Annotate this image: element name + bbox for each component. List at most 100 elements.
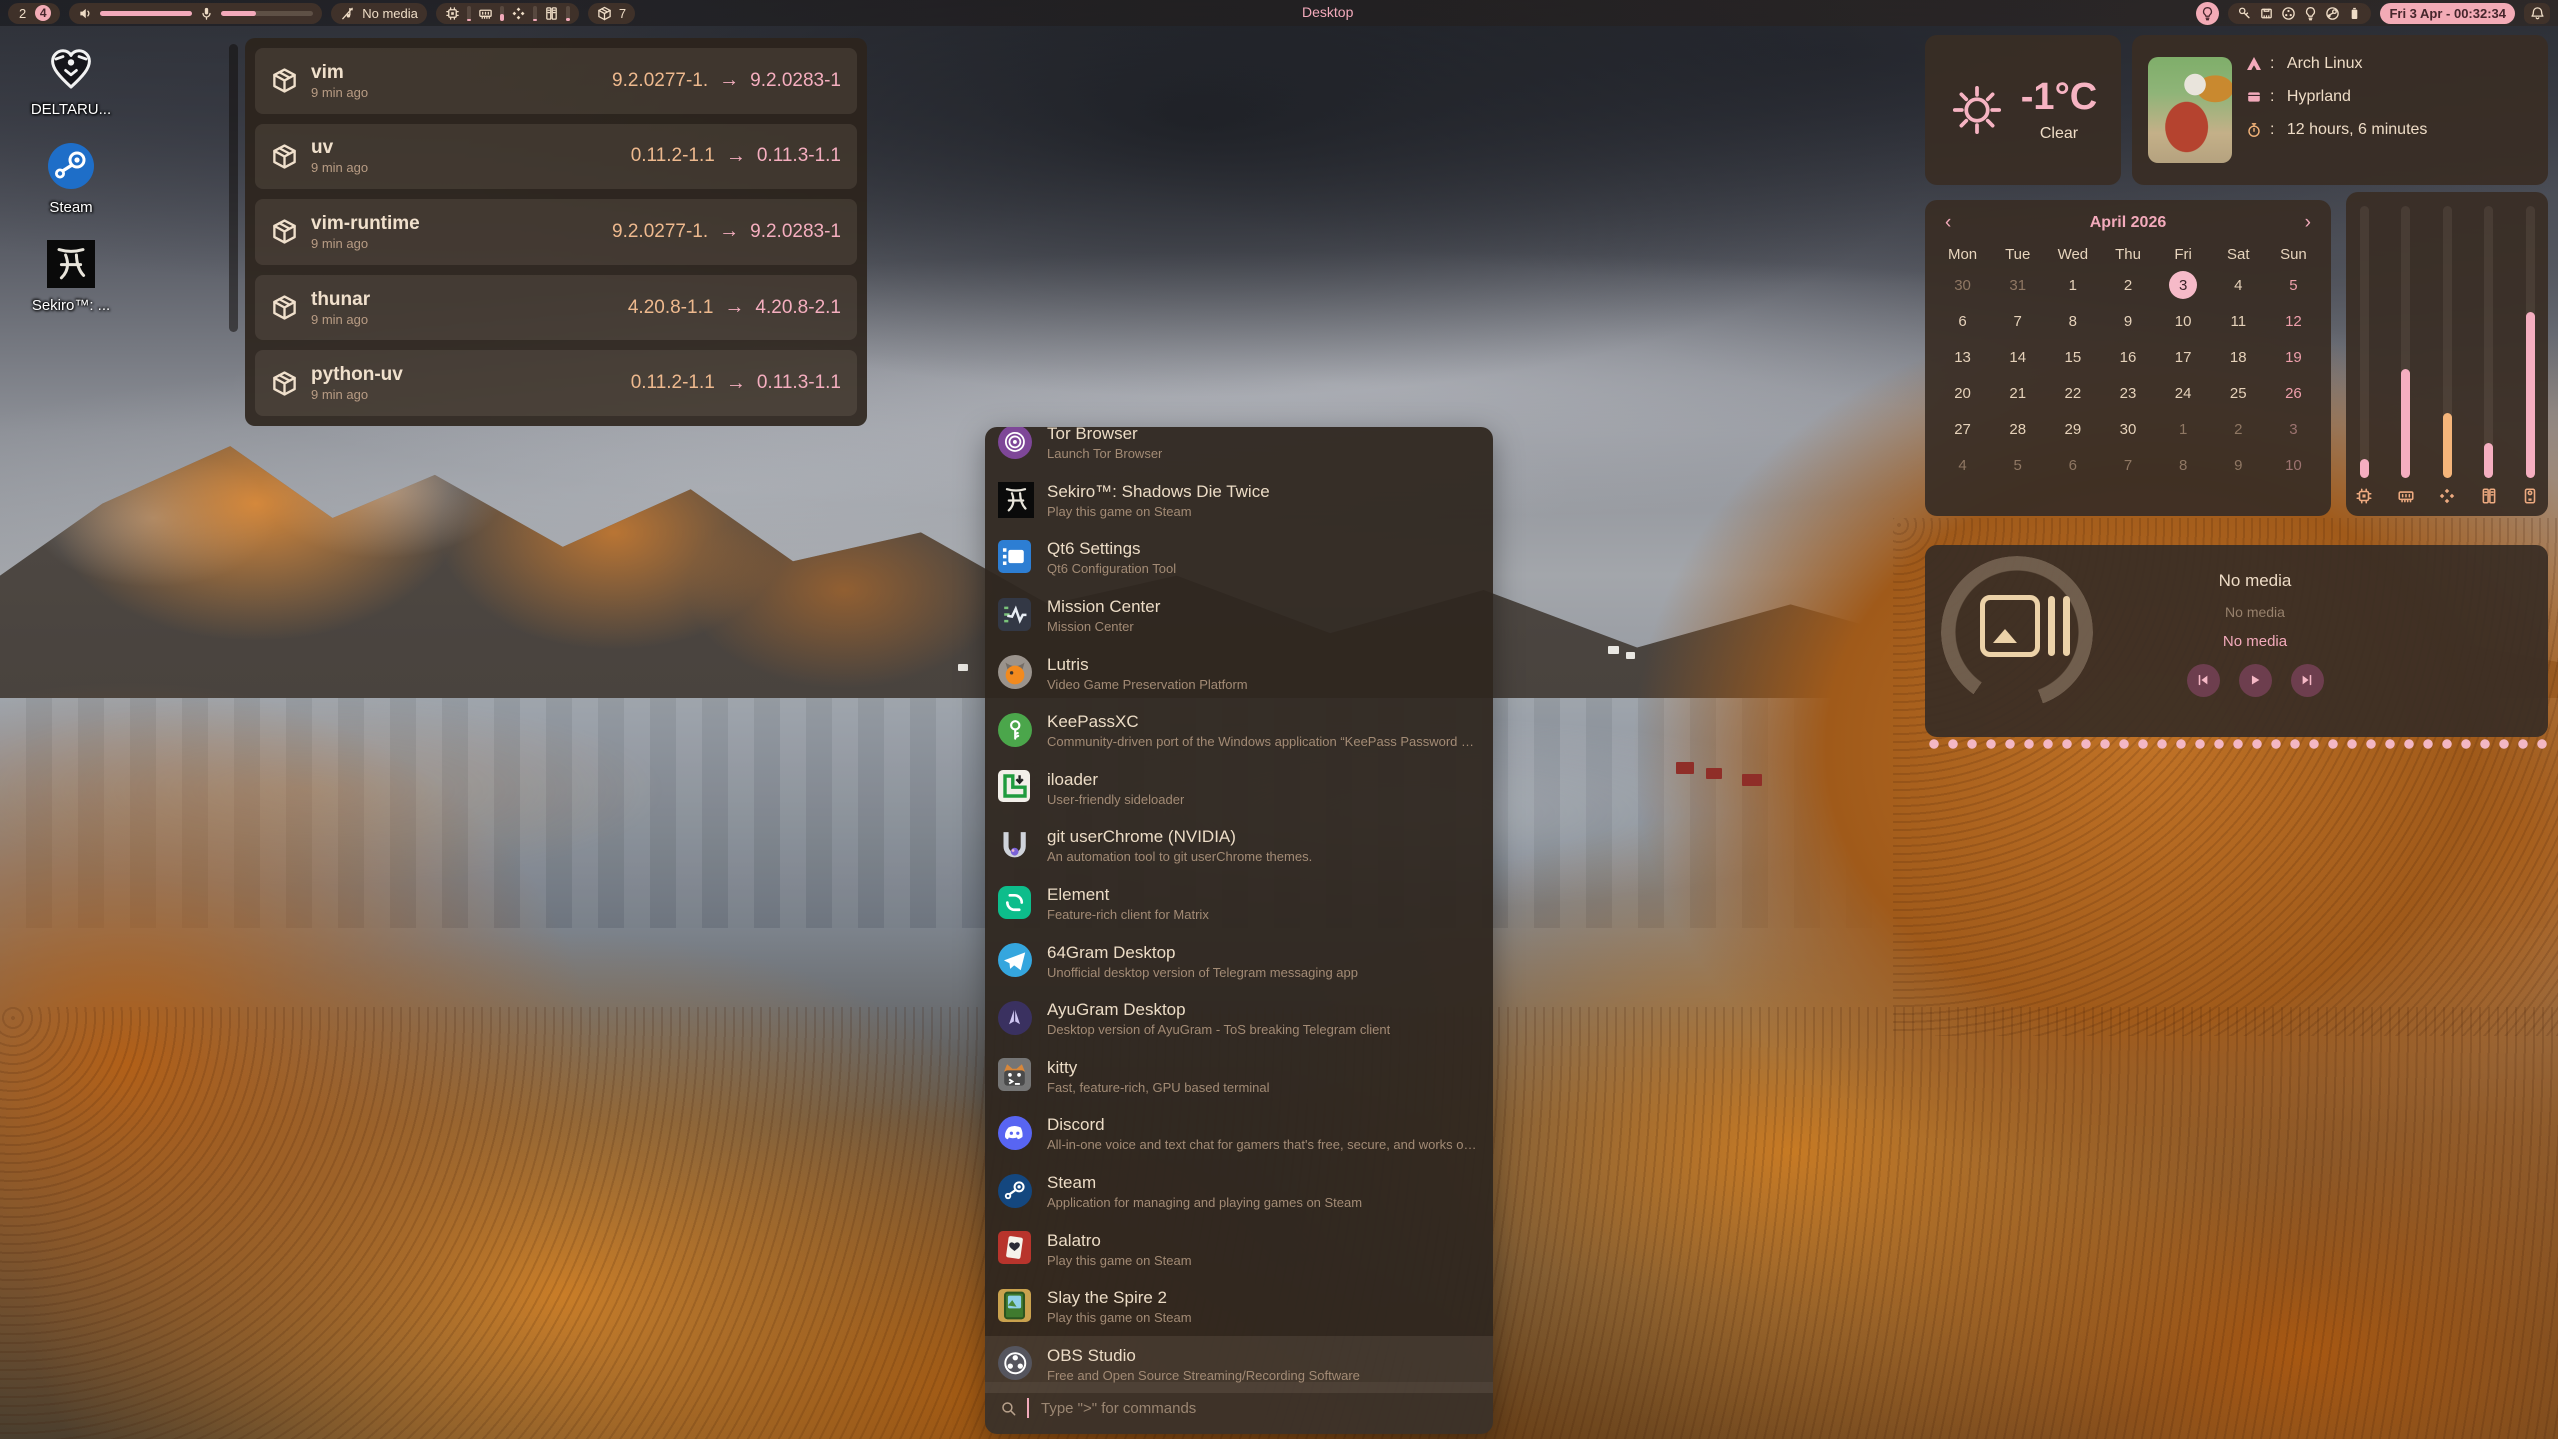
calendar-cell[interactable]: 9 xyxy=(2211,447,2266,483)
update-row-vim[interactable]: vim9 min ago9.2.0277-1.→9.2.0283-1 xyxy=(255,48,857,114)
calendar-cell[interactable]: 19 xyxy=(2266,339,2321,375)
calendar-cell[interactable]: 13 xyxy=(1935,339,1990,375)
launcher-item-keepassxc[interactable]: KeePassXCCommunity-driven port of the Wi… xyxy=(985,702,1493,760)
calendar-cell[interactable]: 14 xyxy=(1990,339,2045,375)
workspace-4-active[interactable]: 4 xyxy=(35,5,51,21)
desktop-icons: DELTARU... Steam Sekiro™: ... xyxy=(12,44,130,314)
launcher-item-slay-the-spire-2[interactable]: Slay the Spire 2Play this game on Steam xyxy=(985,1278,1493,1336)
calendar-cell[interactable]: 16 xyxy=(2100,339,2155,375)
idea-tray-icon[interactable] xyxy=(2303,6,2318,21)
network-tray-icon[interactable] xyxy=(2259,6,2274,21)
calendar-cell[interactable]: 24 xyxy=(2156,375,2211,411)
launcher-item-kitty[interactable]: kittyFast, feature-rich, GPU based termi… xyxy=(985,1048,1493,1106)
launcher-item-qt6-settings[interactable]: Qt6 SettingsQt6 Configuration Tool xyxy=(985,529,1493,587)
calendar-cell[interactable]: 15 xyxy=(2045,339,2100,375)
calendar-cell[interactable]: 5 xyxy=(2266,267,2321,303)
launcher-item-lutris[interactable]: LutrisVideo Game Preservation Platform xyxy=(985,644,1493,702)
calendar-cell[interactable]: 7 xyxy=(2100,447,2155,483)
keepassxc-tray-icon[interactable] xyxy=(2237,6,2252,21)
mic-slider[interactable] xyxy=(221,11,313,16)
calendar-cell[interactable]: 28 xyxy=(1990,411,2045,447)
wm-row: : Hyprland xyxy=(2246,88,2427,106)
steam-tray-icon[interactable] xyxy=(2325,6,2340,21)
notifications-button[interactable] xyxy=(2524,3,2550,24)
calendar-cell[interactable]: 29 xyxy=(2045,411,2100,447)
desktop-icon-deltarune[interactable]: DELTARU... xyxy=(12,44,130,118)
calendar-cell[interactable]: 11 xyxy=(2211,303,2266,339)
calendar-cell[interactable]: 23 xyxy=(2100,375,2155,411)
volume-slider[interactable] xyxy=(100,11,192,16)
update-row-python-uv[interactable]: python-uv9 min ago0.11.2-1.1→0.11.3-1.1 xyxy=(255,350,857,416)
calendar-cell[interactable]: 30 xyxy=(2100,411,2155,447)
launcher-item-steam[interactable]: SteamApplication for managing and playin… xyxy=(985,1163,1493,1221)
calendar-cell[interactable]: 12 xyxy=(2266,303,2321,339)
launcher-item-64gram-desktop[interactable]: 64Gram DesktopUnofficial desktop version… xyxy=(985,932,1493,990)
search-input[interactable] xyxy=(1039,1399,1478,1418)
launcher-item-mission-center[interactable]: Mission CenterMission Center xyxy=(985,587,1493,645)
launcher-item-element[interactable]: ElementFeature-rich client for Matrix xyxy=(985,875,1493,933)
desktop-icon-sekiro[interactable]: Sekiro™: ... xyxy=(12,240,130,314)
previous-track-button[interactable] xyxy=(2187,664,2220,697)
launcher-item-git-userchrome-nvidia[interactable]: git userChrome (NVIDIA)An automation too… xyxy=(985,817,1493,875)
workspace-2[interactable]: 2 xyxy=(17,6,28,21)
calendar-cell[interactable]: 1 xyxy=(2045,267,2100,303)
calendar-cell[interactable]: 5 xyxy=(1990,447,2045,483)
update-row-vim-runtime[interactable]: vim-runtime9 min ago9.2.0277-1.→9.2.0283… xyxy=(255,199,857,265)
launcher-item-iloader[interactable]: iloaderUser-friendly sideloader xyxy=(985,760,1493,818)
calendar-cell[interactable]: 18 xyxy=(2211,339,2266,375)
obs-tray-icon[interactable] xyxy=(2281,6,2296,21)
calendar-cell[interactable]: 4 xyxy=(2211,267,2266,303)
launcher-item-discord[interactable]: DiscordAll-in-one voice and text chat fo… xyxy=(985,1105,1493,1163)
gauge-track-memory[interactable] xyxy=(2484,206,2493,478)
calendar-cell[interactable]: 3 xyxy=(2266,411,2321,447)
media-pill[interactable]: No media xyxy=(331,3,427,24)
calendar-cell[interactable]: 1 xyxy=(2156,411,2211,447)
calendar-cell[interactable]: 7 xyxy=(1990,303,2045,339)
calendar-cell[interactable]: 10 xyxy=(2156,303,2211,339)
calendar-cell[interactable]: 27 xyxy=(1935,411,1990,447)
gauge-track-ram[interactable] xyxy=(2401,206,2410,478)
next-track-button[interactable] xyxy=(2291,664,2324,697)
calendar-cell[interactable]: 2 xyxy=(2100,267,2155,303)
launcher-item-ayugram-desktop[interactable]: AyuGram DesktopDesktop version of AyuGra… xyxy=(985,990,1493,1048)
play-button[interactable] xyxy=(2239,664,2272,697)
calendar-prev-button[interactable]: ‹ xyxy=(1945,213,1951,232)
calendar-cell[interactable]: 6 xyxy=(1935,303,1990,339)
launcher-item-sekiro-shadows-die-twice[interactable]: Sekiro™: Shadows Die TwicePlay this game… xyxy=(985,472,1493,530)
calendar-cell[interactable]: 3 xyxy=(2156,267,2211,303)
calendar-cell[interactable]: 26 xyxy=(2266,375,2321,411)
calendar-cell[interactable]: 2 xyxy=(2211,411,2266,447)
calendar-cell[interactable]: 20 xyxy=(1935,375,1990,411)
calendar-cell[interactable]: 31 xyxy=(1990,267,2045,303)
calendar-cell[interactable]: 8 xyxy=(2045,303,2100,339)
calendar-cell[interactable]: 9 xyxy=(2100,303,2155,339)
gauge-track-gpu[interactable] xyxy=(2443,206,2452,478)
battery-tray-icon[interactable] xyxy=(2347,6,2362,21)
desktop-icon-steam[interactable]: Steam xyxy=(12,142,130,216)
clock-pill[interactable]: Fri 3 Apr - 00:32:34 xyxy=(2380,3,2515,24)
calendar-cell[interactable]: 25 xyxy=(2211,375,2266,411)
calendar-next-button[interactable]: › xyxy=(2305,213,2311,232)
calendar-cell[interactable]: 6 xyxy=(2045,447,2100,483)
notification-scrollbar[interactable] xyxy=(229,44,238,332)
calendar-cell[interactable]: 8 xyxy=(2156,447,2211,483)
gauge-track-cpu[interactable] xyxy=(2360,206,2369,478)
updates-pill[interactable]: 7 xyxy=(588,3,635,24)
calendar-cell[interactable]: 10 xyxy=(2266,447,2321,483)
workspace-switcher[interactable]: 2 4 xyxy=(8,3,60,24)
update-row-thunar[interactable]: thunar9 min ago4.20.8-1.1→4.20.8-2.1 xyxy=(255,275,857,341)
calendar-cell[interactable]: 22 xyxy=(2045,375,2100,411)
app-description: Play this game on Steam xyxy=(1047,1310,1192,1325)
calendar-cell[interactable]: 17 xyxy=(2156,339,2211,375)
update-row-uv[interactable]: uv9 min ago0.11.2-1.1→0.11.3-1.1 xyxy=(255,124,857,190)
launcher-item-balatro[interactable]: BalatroPlay this game on Steam xyxy=(985,1220,1493,1278)
calendar-cell[interactable]: 30 xyxy=(1935,267,1990,303)
launcher-search-bar[interactable] xyxy=(985,1382,1493,1434)
launcher-item-tor-browser[interactable]: Tor BrowserLaunch Tor Browser xyxy=(985,427,1493,472)
gauge-track-disk[interactable] xyxy=(2526,206,2535,478)
caffeine-toggle[interactable] xyxy=(2196,2,2219,25)
calendar-cell[interactable]: 21 xyxy=(1990,375,2045,411)
system-monitor-pill[interactable] xyxy=(436,3,579,24)
launcher-item-text: Mission CenterMission Center xyxy=(1047,597,1160,634)
calendar-cell[interactable]: 4 xyxy=(1935,447,1990,483)
